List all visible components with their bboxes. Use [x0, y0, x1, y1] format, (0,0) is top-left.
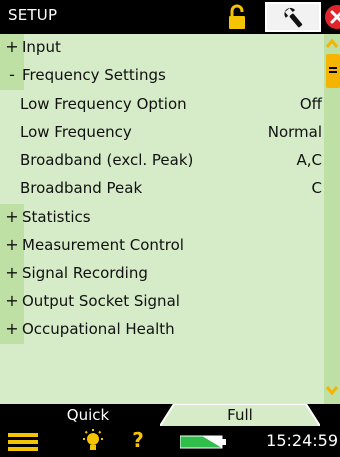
- setting-value[interactable]: C: [312, 179, 322, 197]
- expand-icon[interactable]: +: [0, 204, 24, 232]
- title-bar: SETUP: [0, 0, 340, 34]
- battery-indicator: [179, 434, 228, 450]
- lock-icon: [229, 4, 245, 29]
- scrollbar[interactable]: [324, 34, 340, 404]
- tab-bar: Quick Full: [0, 404, 340, 426]
- menu-item-label: Frequency Settings: [22, 66, 166, 84]
- setting-label: Broadband (excl. Peak): [20, 151, 194, 169]
- menu-item-input[interactable]: + Input: [0, 34, 324, 62]
- tab-full[interactable]: Full: [160, 404, 320, 426]
- chevron-up-icon: [325, 38, 339, 48]
- scroll-down-button[interactable]: [324, 382, 340, 398]
- expand-icon[interactable]: +: [0, 288, 24, 316]
- setting-value[interactable]: Normal: [268, 123, 322, 141]
- status-bar: ? 15:24:59: [0, 426, 340, 457]
- setting-label: Low Frequency Option: [20, 95, 187, 113]
- setting-low-frequency[interactable]: Low Frequency Normal: [0, 119, 324, 147]
- chevron-down-icon: [325, 386, 339, 396]
- tab-full-label: Full: [227, 406, 253, 424]
- battery-icon: [179, 435, 226, 449]
- expand-icon[interactable]: +: [0, 34, 24, 62]
- setting-label: Broadband Peak: [20, 179, 143, 197]
- menu-item-frequency-settings[interactable]: - Frequency Settings: [0, 62, 324, 90]
- expand-icon[interactable]: +: [0, 316, 24, 344]
- collapse-icon[interactable]: -: [0, 62, 24, 90]
- menu-item-label: Output Socket Signal: [22, 292, 180, 310]
- grip-icon: [329, 67, 337, 73]
- menu-item-measurement-control[interactable]: + Measurement Control: [0, 232, 324, 260]
- scroll-thumb[interactable]: [326, 54, 340, 88]
- menu-item-label: Occupational Health: [22, 320, 175, 338]
- menu-item-occupational-health[interactable]: + Occupational Health: [0, 316, 324, 344]
- menu-item-label: Measurement Control: [22, 236, 184, 254]
- menu-item-output-socket-signal[interactable]: + Output Socket Signal: [0, 288, 324, 316]
- backlight-icon: [83, 429, 103, 450]
- backlight-button[interactable]: [80, 428, 106, 454]
- menu-item-label: Signal Recording: [22, 264, 148, 282]
- help-button[interactable]: ?: [128, 426, 148, 454]
- clock: 15:24:59: [266, 431, 338, 450]
- expand-icon[interactable]: +: [0, 232, 24, 260]
- expand-icon[interactable]: +: [0, 260, 24, 288]
- menu-item-label: Statistics: [22, 208, 91, 226]
- setting-broadband-peak[interactable]: Broadband Peak C: [0, 175, 324, 203]
- page-title: SETUP: [8, 6, 58, 24]
- menu-icon: [8, 433, 38, 451]
- setting-low-frequency-option[interactable]: Low Frequency Option Off: [0, 91, 324, 119]
- scroll-up-button[interactable]: [324, 36, 340, 52]
- setting-broadband[interactable]: Broadband (excl. Peak) A,C: [0, 147, 324, 175]
- lock-button[interactable]: [222, 2, 252, 32]
- setting-value[interactable]: Off: [300, 95, 322, 113]
- setting-value[interactable]: A,C: [296, 151, 322, 169]
- menu-item-label: Input: [22, 38, 61, 56]
- setup-menu: + Input - Frequency Settings Low Frequen…: [0, 34, 324, 404]
- tab-quick[interactable]: Quick: [48, 406, 128, 426]
- menu-item-signal-recording[interactable]: + Signal Recording: [0, 260, 324, 288]
- close-icon: [325, 5, 340, 29]
- menu-button[interactable]: [8, 432, 38, 452]
- setting-label: Low Frequency: [20, 123, 132, 141]
- menu-item-statistics[interactable]: + Statistics: [0, 204, 324, 232]
- tools-button[interactable]: [265, 2, 321, 32]
- wrench-icon: [284, 7, 303, 28]
- close-button[interactable]: [324, 4, 340, 30]
